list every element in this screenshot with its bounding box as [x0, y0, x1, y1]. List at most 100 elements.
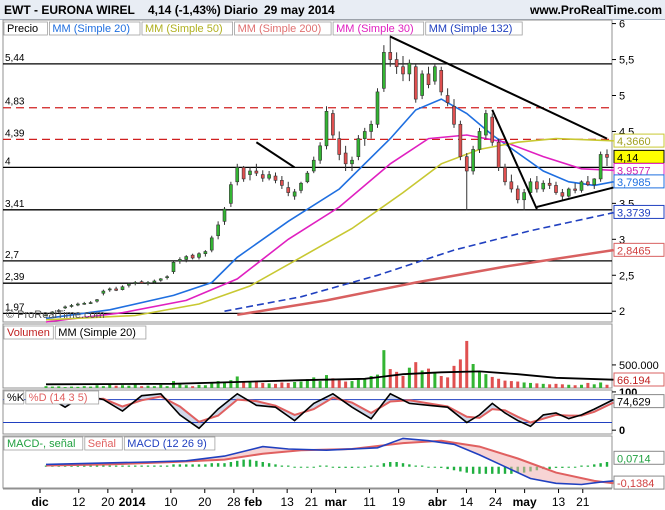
- candle: [331, 109, 335, 139]
- x-tick-label: 11: [363, 495, 376, 509]
- candle-body: [401, 66, 405, 75]
- volume-bar: [337, 380, 341, 388]
- candle-body: [522, 192, 526, 201]
- macd-hist-bar: [395, 462, 398, 467]
- volume-bar: [554, 383, 558, 388]
- legend-text-macd: Señal: [88, 438, 116, 450]
- price-ytick-label: 5,5: [619, 55, 634, 67]
- volume-bar: [439, 376, 443, 388]
- candle-body: [82, 303, 87, 305]
- candle: [458, 120, 463, 161]
- macd-hist-bar: [210, 463, 213, 467]
- candle: [413, 63, 418, 103]
- candle-body: [452, 105, 456, 125]
- volume-bar: [490, 376, 494, 388]
- candle: [471, 145, 475, 175]
- macd-hist-bar: [548, 466, 551, 470]
- volume-bar: [522, 382, 526, 388]
- candle-body: [388, 52, 393, 60]
- volume-bar: [133, 384, 137, 388]
- candle: [324, 106, 329, 150]
- candle-body: [586, 181, 590, 185]
- macd-hist-bar: [140, 465, 143, 467]
- candle-body: [535, 181, 539, 190]
- macd-hist-bar: [197, 464, 201, 467]
- volume-bar: [101, 386, 105, 388]
- candle-body: [362, 131, 367, 139]
- candle-body: [445, 95, 450, 103]
- candle: [209, 235, 214, 253]
- x-tick-label: 12: [72, 495, 86, 509]
- volume-bar: [82, 386, 86, 388]
- candle-body: [579, 181, 584, 191]
- macd-hist-bar: [312, 466, 315, 468]
- candle-body: [343, 152, 348, 165]
- candle: [420, 70, 424, 100]
- candle-body: [88, 302, 93, 304]
- volume-bar: [548, 384, 552, 388]
- candle-body: [171, 262, 176, 272]
- candle-body: [337, 138, 342, 155]
- volume-bar: [427, 368, 430, 388]
- macd-hist-bar: [216, 463, 220, 467]
- candle-body: [515, 188, 520, 201]
- volume-bar: [535, 383, 539, 388]
- macd-hist-bar: [293, 466, 296, 468]
- x-tick-label: abr: [428, 495, 447, 509]
- price-ytick-label: 5: [619, 91, 625, 103]
- candle: [229, 181, 233, 207]
- macd-hist-bar: [478, 466, 481, 474]
- candle-body: [592, 178, 597, 185]
- macd-hist-bar: [280, 465, 284, 467]
- chart-canvas[interactable]: 22,533,544,555,565,444,834,3943,412,72,3…: [0, 0, 665, 510]
- macd-hist-bar: [229, 462, 233, 467]
- candle-body: [566, 188, 571, 197]
- candle-body: [178, 259, 182, 262]
- macd-hist-bar: [102, 465, 105, 467]
- volume-bar: [471, 364, 475, 388]
- candle-body: [158, 278, 163, 281]
- macd-hist-bar: [255, 460, 258, 467]
- stoch-ytick-label: 0: [619, 425, 625, 437]
- candle-body: [324, 111, 329, 147]
- candle-body: [464, 156, 469, 172]
- volume-bar: [70, 386, 73, 388]
- volume-bar: [203, 385, 207, 388]
- candle-body: [248, 170, 252, 175]
- macd-hist-bar: [318, 465, 322, 467]
- candle-body: [152, 280, 157, 283]
- candle-body: [509, 181, 514, 190]
- legend-text-price: MM (Simple 20): [52, 23, 130, 35]
- candle-body: [477, 131, 482, 150]
- macd-hist-bar: [153, 465, 156, 467]
- volume-bar: [274, 383, 277, 388]
- volume-ytick-label: 500.000: [619, 360, 659, 372]
- macd-hist-bar: [440, 466, 443, 468]
- volume-bar: [280, 382, 284, 388]
- x-tick-label: 21: [305, 495, 319, 509]
- candle-body: [76, 303, 80, 306]
- x-tick-label: 2014: [119, 495, 146, 509]
- volume-bar: [363, 378, 367, 388]
- volume-bar: [76, 386, 80, 388]
- volume-bar: [152, 386, 156, 388]
- candle: [171, 260, 176, 274]
- macd-hist-bar: [204, 464, 207, 467]
- candle-body: [573, 188, 577, 191]
- candle: [439, 66, 444, 96]
- volume-bar: [299, 381, 303, 388]
- candle-body: [490, 116, 495, 143]
- volume-bar: [114, 385, 118, 388]
- candle-body: [146, 282, 150, 284]
- macd-hist-bar: [108, 465, 111, 467]
- volume-bar: [242, 382, 246, 388]
- value-tag-text: 4,14: [617, 152, 638, 164]
- legend-text-price: Precio: [7, 23, 38, 35]
- x-tick-label: 21: [576, 495, 590, 509]
- macd-hist-bar: [586, 465, 590, 467]
- volume-bar: [350, 381, 354, 388]
- candle: [484, 109, 488, 139]
- candle-body: [241, 167, 246, 180]
- macd-hist-bar: [389, 462, 392, 467]
- candle-body: [311, 159, 316, 172]
